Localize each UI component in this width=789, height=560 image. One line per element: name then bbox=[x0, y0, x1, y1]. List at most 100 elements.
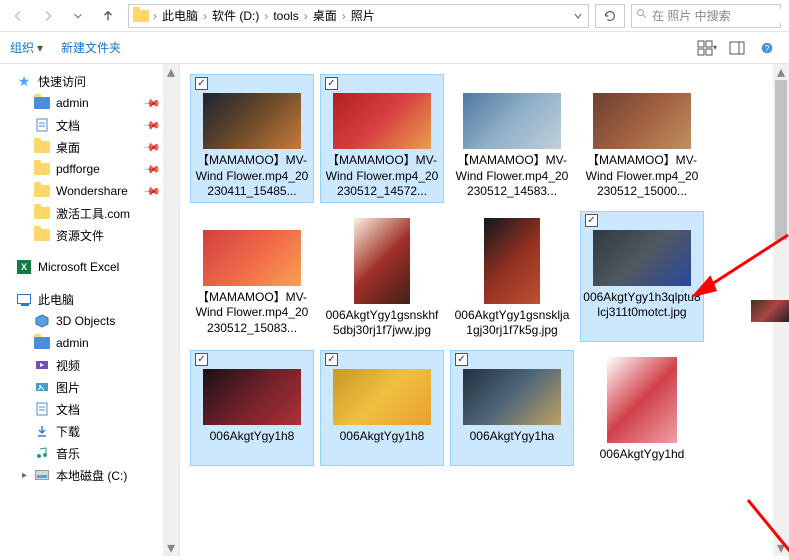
pin-icon: 📌 bbox=[143, 94, 162, 113]
pc-icon bbox=[16, 291, 32, 307]
nav-up-button[interactable] bbox=[94, 2, 122, 30]
toolbar-label: 新建文件夹 bbox=[61, 39, 121, 56]
crumb-item[interactable]: 软件 (D:) bbox=[209, 7, 262, 24]
sidebar-item[interactable]: 桌面📌 bbox=[0, 136, 179, 158]
address-bar: › 此电脑 › 软件 (D:) › tools › 桌面 › 照片 bbox=[0, 0, 789, 32]
sidebar-excel[interactable]: XMicrosoft Excel bbox=[0, 256, 179, 278]
checkbox-icon[interactable]: ✓ bbox=[325, 77, 338, 90]
file-label: 006AkgtYgy1ha bbox=[470, 429, 555, 445]
scroll-down-icon[interactable]: ▾ bbox=[163, 540, 179, 556]
thumbnail-image bbox=[593, 93, 691, 149]
file-item[interactable]: ✓【MAMAMOO】MV- Wind Flower.mp4_20230411_1… bbox=[190, 74, 314, 203]
view-thumbnails-button[interactable]: ▾ bbox=[695, 36, 719, 60]
crumb-item[interactable]: 照片 bbox=[348, 7, 378, 24]
sidebar-item[interactable]: 文档 bbox=[0, 398, 179, 420]
chevron-right-icon[interactable]: › bbox=[302, 9, 310, 23]
sidebar-quick-access[interactable]: ★快速访问 bbox=[0, 70, 179, 92]
nav-recent-button[interactable] bbox=[64, 2, 92, 30]
sidebar-item-label: pdfforge bbox=[56, 162, 100, 176]
sidebar-item-label: 图片 bbox=[56, 379, 80, 396]
checkbox-icon[interactable]: ✓ bbox=[195, 353, 208, 366]
scroll-up-icon[interactable]: ▴ bbox=[773, 64, 789, 80]
sidebar-item[interactable]: pdfforge📌 bbox=[0, 158, 179, 180]
checkbox-icon[interactable]: ✓ bbox=[195, 77, 208, 90]
scroll-handle[interactable] bbox=[775, 80, 787, 240]
chevron-right-icon[interactable]: › bbox=[262, 9, 270, 23]
preview-pane-button[interactable] bbox=[725, 36, 749, 60]
content-pane: ✓【MAMAMOO】MV- Wind Flower.mp4_20230411_1… bbox=[180, 64, 789, 556]
scroll-up-icon[interactable]: ▴ bbox=[163, 64, 179, 80]
file-label: 006AkgtYgy1hd bbox=[600, 447, 685, 463]
sidebar-this-pc[interactable]: 此电脑 bbox=[0, 288, 179, 310]
thumbnail-image bbox=[354, 218, 410, 304]
file-label: 【MAMAMOO】MV- Wind Flower.mp4_20230512_15… bbox=[583, 153, 701, 200]
video-icon bbox=[34, 357, 50, 373]
file-item[interactable]: ✓ 006AkgtYgy1ha bbox=[450, 350, 574, 466]
file-item[interactable]: 【MAMAMOO】MV- Wind Flower.mp4_20230512_15… bbox=[190, 211, 314, 342]
sidebar-item-label: 桌面 bbox=[56, 139, 80, 156]
breadcrumb-box[interactable]: › 此电脑 › 软件 (D:) › tools › 桌面 › 照片 bbox=[128, 4, 589, 28]
sidebar-item-label: 文档 bbox=[56, 117, 80, 134]
checkbox-icon[interactable]: ✓ bbox=[455, 353, 468, 366]
search-icon bbox=[636, 7, 648, 25]
sidebar-item-label: 资源文件 bbox=[56, 227, 104, 244]
file-item[interactable]: ✓006AkgtYgy1h8 bbox=[190, 350, 314, 466]
crumb-item[interactable]: 此电脑 bbox=[159, 7, 201, 24]
chevron-right-icon[interactable]: › bbox=[151, 9, 159, 23]
file-label: 【MAMAMOO】MV- Wind Flower.mp4_20230512_15… bbox=[193, 290, 311, 337]
3d-icon bbox=[34, 313, 50, 329]
scroll-track[interactable] bbox=[163, 80, 179, 540]
file-label: 【MAMAMOO】MV- Wind Flower.mp4_20230512_14… bbox=[323, 153, 441, 200]
organize-button[interactable]: 组织▾ bbox=[10, 39, 43, 56]
file-item[interactable]: 006AkgtYgy1gsnskhf5dbj30rj1f7jww.jpg bbox=[320, 211, 444, 342]
file-label: 【MAMAMOO】MV- Wind Flower.mp4_20230512_14… bbox=[453, 153, 571, 200]
breadcrumb-dropdown[interactable] bbox=[568, 5, 588, 27]
sidebar-scrollbar[interactable]: ▴ ▾ bbox=[163, 64, 179, 556]
new-folder-button[interactable]: 新建文件夹 bbox=[61, 39, 121, 56]
search-box[interactable] bbox=[631, 4, 781, 28]
folder-icon bbox=[34, 227, 50, 243]
crumb-item[interactable]: tools bbox=[270, 9, 301, 23]
main-area: ★快速访问 admin📌文档📌桌面📌pdfforge📌Wondershare📌激… bbox=[0, 64, 789, 556]
file-item[interactable]: 006AkgtYgy1hd bbox=[580, 350, 704, 466]
help-button[interactable]: ? bbox=[755, 36, 779, 60]
file-item[interactable]: ✓006AkgtYgy1h8 bbox=[320, 350, 444, 466]
sidebar-item-label: 激活工具.com bbox=[56, 205, 130, 222]
sidebar-item[interactable]: 3D Objects bbox=[0, 310, 179, 332]
nav-back-button[interactable] bbox=[4, 2, 32, 30]
sidebar-item[interactable]: 音乐 bbox=[0, 442, 179, 464]
file-item[interactable]: 006AkgtYgy1gsnsklja1gj30rj1f7k5g.jpg bbox=[450, 211, 574, 342]
checkbox-icon[interactable]: ✓ bbox=[585, 214, 598, 227]
thumbnail-image bbox=[203, 230, 301, 286]
chevron-right-icon[interactable]: › bbox=[340, 9, 348, 23]
sidebar-item[interactable]: 视频 bbox=[0, 354, 179, 376]
disk-icon bbox=[34, 467, 50, 483]
sidebar-item-label: 下载 bbox=[56, 423, 80, 440]
chevron-right-icon[interactable]: › bbox=[201, 9, 209, 23]
sidebar-item[interactable]: 下载 bbox=[0, 420, 179, 442]
sidebar-item[interactable]: 文档📌 bbox=[0, 114, 179, 136]
folder-icon bbox=[34, 205, 50, 221]
sidebar-item[interactable]: Wondershare📌 bbox=[0, 180, 179, 202]
refresh-button[interactable] bbox=[595, 4, 625, 28]
folder-icon bbox=[34, 139, 50, 155]
nav-forward-button[interactable] bbox=[34, 2, 62, 30]
expand-icon[interactable]: ▸ bbox=[22, 470, 32, 481]
file-item[interactable]: 【MAMAMOO】MV- Wind Flower.mp4_20230512_14… bbox=[450, 74, 574, 203]
folder-icon bbox=[34, 183, 50, 199]
sidebar-label: 此电脑 bbox=[38, 291, 74, 308]
file-item[interactable]: ✓ 【MAMAMOO】MV- Wind Flower.mp4_20230512_1… bbox=[320, 74, 444, 203]
search-input[interactable] bbox=[652, 9, 789, 23]
sidebar-item[interactable]: 图片 bbox=[0, 376, 179, 398]
sidebar-item-label: admin bbox=[56, 336, 89, 350]
file-item[interactable]: 【MAMAMOO】MV- Wind Flower.mp4_20230512_15… bbox=[580, 74, 704, 203]
toolbar: 组织▾ 新建文件夹 ▾ ? bbox=[0, 32, 789, 64]
sidebar-item[interactable]: 激活工具.com bbox=[0, 202, 179, 224]
sidebar-item[interactable]: 资源文件 bbox=[0, 224, 179, 246]
file-label: 006AkgtYgy1gsnskhf5dbj30rj1f7jww.jpg bbox=[323, 308, 441, 339]
sidebar-item[interactable]: ▸本地磁盘 (C:) bbox=[0, 464, 179, 486]
sidebar-item[interactable]: admin📌 bbox=[0, 92, 179, 114]
checkbox-icon[interactable]: ✓ bbox=[325, 353, 338, 366]
crumb-item[interactable]: 桌面 bbox=[310, 7, 340, 24]
sidebar-item[interactable]: admin bbox=[0, 332, 179, 354]
